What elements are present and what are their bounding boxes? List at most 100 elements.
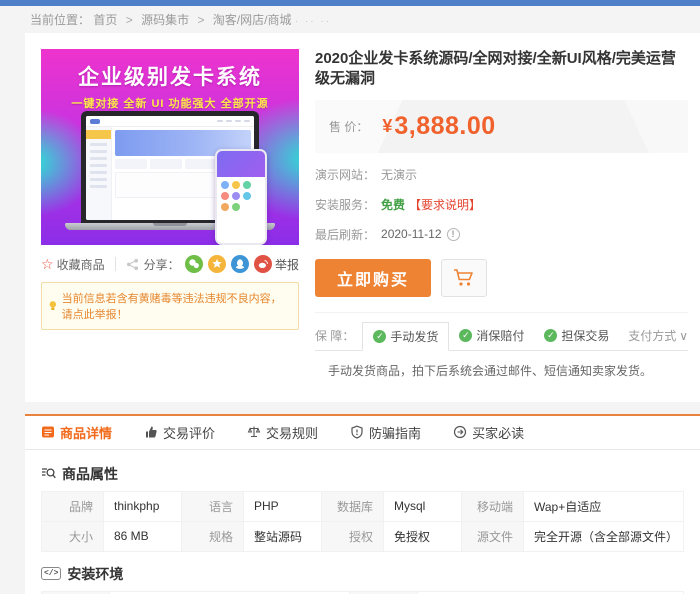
breadcrumb-home-link[interactable]: 首页 bbox=[93, 13, 117, 27]
tab-product-detail[interactable]: 商品详情 bbox=[41, 423, 112, 442]
environment-heading: </> 安装环境 bbox=[41, 564, 684, 584]
check-icon: ✓ bbox=[373, 330, 386, 343]
circle-arrow-icon bbox=[453, 425, 467, 439]
share-wechat-icon[interactable] bbox=[185, 255, 203, 273]
share-group: 分享： bbox=[126, 255, 272, 273]
add-to-cart-button[interactable] bbox=[441, 259, 487, 297]
badge-label: 消保赔付 bbox=[476, 327, 524, 344]
detail-content: 商品属性 品牌 thinkphp 语言 PHP 数据库 Mysql 移动端 Wa… bbox=[25, 450, 700, 594]
buy-now-button[interactable]: 立即购买 bbox=[315, 259, 431, 297]
notice-text: 当前信息若含有黄赌毒等违法违规不良内容，请点此举报！ bbox=[62, 290, 292, 322]
report-link[interactable]: 举报 bbox=[275, 256, 299, 273]
guarantee-section: 保 障： ✓ 手动发货 ✓ 消保赔付 ✓ 担保交易 支付方式 ∨ 手动 bbox=[315, 312, 688, 390]
tab-label: 交易评价 bbox=[163, 423, 215, 442]
detail-book-icon bbox=[41, 425, 55, 439]
guarantee-description: 手动发货商品，拍下后系统会通过邮件、短信通知卖家发货。 bbox=[315, 350, 688, 390]
attr-label: 大小 bbox=[42, 521, 104, 551]
attr-value: Wap+自适应 bbox=[524, 491, 684, 521]
environment-table: 安装服务 免费 【要求说明】 主机类型 独立主机（服务器、VPS、VM） 伪静态… bbox=[41, 591, 684, 594]
attr-label: 规格 bbox=[182, 521, 244, 551]
payment-methods-label: 支付方式 bbox=[628, 327, 676, 344]
banner-subline: 一键对接 全新 UI 功能强大 全部开源 bbox=[41, 95, 299, 111]
attr-value: 完全开源（含全部源文件） bbox=[524, 521, 684, 551]
share-qzone-icon[interactable] bbox=[208, 255, 226, 273]
install-service-row: 安装服务： 免费 【要求说明】 bbox=[315, 196, 688, 213]
product-detail-card: 商品详情 交易评价 交易规则 防骗指南 bbox=[25, 414, 700, 594]
refresh-info-icon[interactable]: ! bbox=[447, 228, 460, 241]
breadcrumb-market-link[interactable]: 源码集市 bbox=[141, 13, 189, 27]
attr-value: Mysql bbox=[384, 491, 462, 521]
breadcrumb: 当前位置： 首页 > 源码集市 > 淘客/网店/商城 · ·· ·· bbox=[0, 6, 700, 33]
product-info-column: 2020企业发卡系统源码/全网对接/全新UI风格/完美运营级无漏洞 售 价： ¥… bbox=[315, 49, 688, 390]
attr-value: 免授权 bbox=[384, 521, 462, 551]
last-refresh-label: 最后刷新： bbox=[315, 226, 375, 243]
scale-icon bbox=[247, 425, 261, 439]
star-icon: ☆ bbox=[41, 256, 54, 273]
install-requirement-link[interactable]: 【要求说明】 bbox=[409, 196, 481, 213]
last-refresh-date: 2020-11-12 bbox=[381, 227, 442, 241]
attr-label: 移动端 bbox=[462, 491, 524, 521]
tab-label: 防骗指南 bbox=[369, 423, 421, 442]
phone-mockup bbox=[215, 149, 267, 245]
last-refresh-row: 最后刷新： 2020-11-12 ! bbox=[315, 226, 688, 243]
breadcrumb-category-link[interactable]: 淘客/网店/商城 bbox=[213, 13, 292, 27]
divider bbox=[115, 257, 116, 271]
share-qq-icon[interactable] bbox=[231, 255, 249, 273]
thumbs-up-icon bbox=[144, 425, 158, 439]
banner-headline: 企业级别发卡系统 bbox=[41, 61, 299, 91]
currency-symbol: ¥ bbox=[382, 116, 392, 137]
badge-escrow-trade[interactable]: ✓ 担保交易 bbox=[534, 322, 619, 349]
install-service-label: 安装服务： bbox=[315, 196, 375, 213]
demo-site-row: 演示网站： 无演示 bbox=[315, 166, 688, 183]
demo-site-value: 无演示 bbox=[381, 166, 417, 183]
tab-label: 商品详情 bbox=[60, 423, 112, 442]
product-summary-card: 企业级别发卡系统 一键对接 全新 UI 功能强大 全部开源 bbox=[25, 33, 700, 402]
payment-methods-link[interactable]: 支付方式 ∨ bbox=[628, 327, 688, 344]
product-media-column: 企业级别发卡系统 一键对接 全新 UI 功能强大 全部开源 bbox=[41, 49, 299, 390]
attr-label: 语言 bbox=[182, 491, 244, 521]
purchase-actions: 立即购买 bbox=[315, 259, 688, 297]
attr-value: 86 MB bbox=[104, 521, 182, 551]
attributes-heading-label: 商品属性 bbox=[62, 464, 118, 484]
favorite-label: 收藏商品 bbox=[57, 256, 105, 273]
shield-icon bbox=[350, 425, 364, 439]
attr-value: thinkphp bbox=[104, 491, 182, 521]
table-row: 大小 86 MB 规格 整站源码 授权 免授权 源文件 完全开源（含全部源文件） bbox=[42, 521, 684, 551]
guarantee-label: 保 障： bbox=[315, 327, 354, 344]
badge-manual-delivery[interactable]: ✓ 手动发货 bbox=[362, 322, 449, 351]
breadcrumb-label: 当前位置： bbox=[30, 13, 90, 27]
tab-antifraud-guide[interactable]: 防骗指南 bbox=[350, 423, 421, 442]
product-title: 2020企业发卡系统源码/全网对接/全新UI风格/完美运营级无漏洞 bbox=[315, 49, 688, 90]
breadcrumb-trailing-text: · ·· ·· bbox=[295, 16, 331, 27]
illegal-content-notice[interactable]: 当前信息若含有黄赌毒等违法违规不良内容，请点此举报！ bbox=[41, 282, 299, 330]
attr-label: 数据库 bbox=[322, 491, 384, 521]
price-amount: 3,888.00 bbox=[394, 112, 495, 141]
install-free-badge: 免费 bbox=[381, 196, 405, 213]
badge-label: 担保交易 bbox=[561, 327, 609, 344]
price-label: 售 价： bbox=[329, 118, 368, 135]
attr-label: 品牌 bbox=[42, 491, 104, 521]
breadcrumb-separator: > bbox=[197, 13, 204, 27]
attr-label: 授权 bbox=[322, 521, 384, 551]
product-image[interactable]: 企业级别发卡系统 一键对接 全新 UI 功能强大 全部开源 bbox=[41, 49, 299, 245]
tab-buyer-must-read[interactable]: 买家必读 bbox=[453, 423, 524, 442]
magnifier-list-icon bbox=[41, 466, 56, 481]
badge-consumer-protection[interactable]: ✓ 消保赔付 bbox=[449, 322, 534, 349]
environment-heading-label: 安装环境 bbox=[67, 564, 123, 584]
detail-tabs: 商品详情 交易评价 交易规则 防骗指南 bbox=[25, 416, 700, 450]
share-label: 分享： bbox=[144, 256, 180, 273]
share-weibo-icon[interactable] bbox=[254, 255, 272, 273]
tab-trade-reviews[interactable]: 交易评价 bbox=[144, 423, 215, 442]
favorite-button[interactable]: ☆ 收藏商品 bbox=[41, 256, 105, 273]
badge-label: 手动发货 bbox=[390, 328, 438, 345]
attr-value: PHP bbox=[244, 491, 322, 521]
tab-trade-rules[interactable]: 交易规则 bbox=[247, 423, 318, 442]
table-row: 品牌 thinkphp 语言 PHP 数据库 Mysql 移动端 Wap+自适应 bbox=[42, 491, 684, 521]
attributes-table: 品牌 thinkphp 语言 PHP 数据库 Mysql 移动端 Wap+自适应… bbox=[41, 491, 684, 552]
check-icon: ✓ bbox=[544, 329, 557, 342]
check-icon: ✓ bbox=[459, 329, 472, 342]
favorite-share-row: ☆ 收藏商品 分享： bbox=[41, 255, 299, 273]
attr-value: 整站源码 bbox=[244, 521, 322, 551]
attr-label: 源文件 bbox=[462, 521, 524, 551]
bulb-icon bbox=[48, 299, 58, 313]
